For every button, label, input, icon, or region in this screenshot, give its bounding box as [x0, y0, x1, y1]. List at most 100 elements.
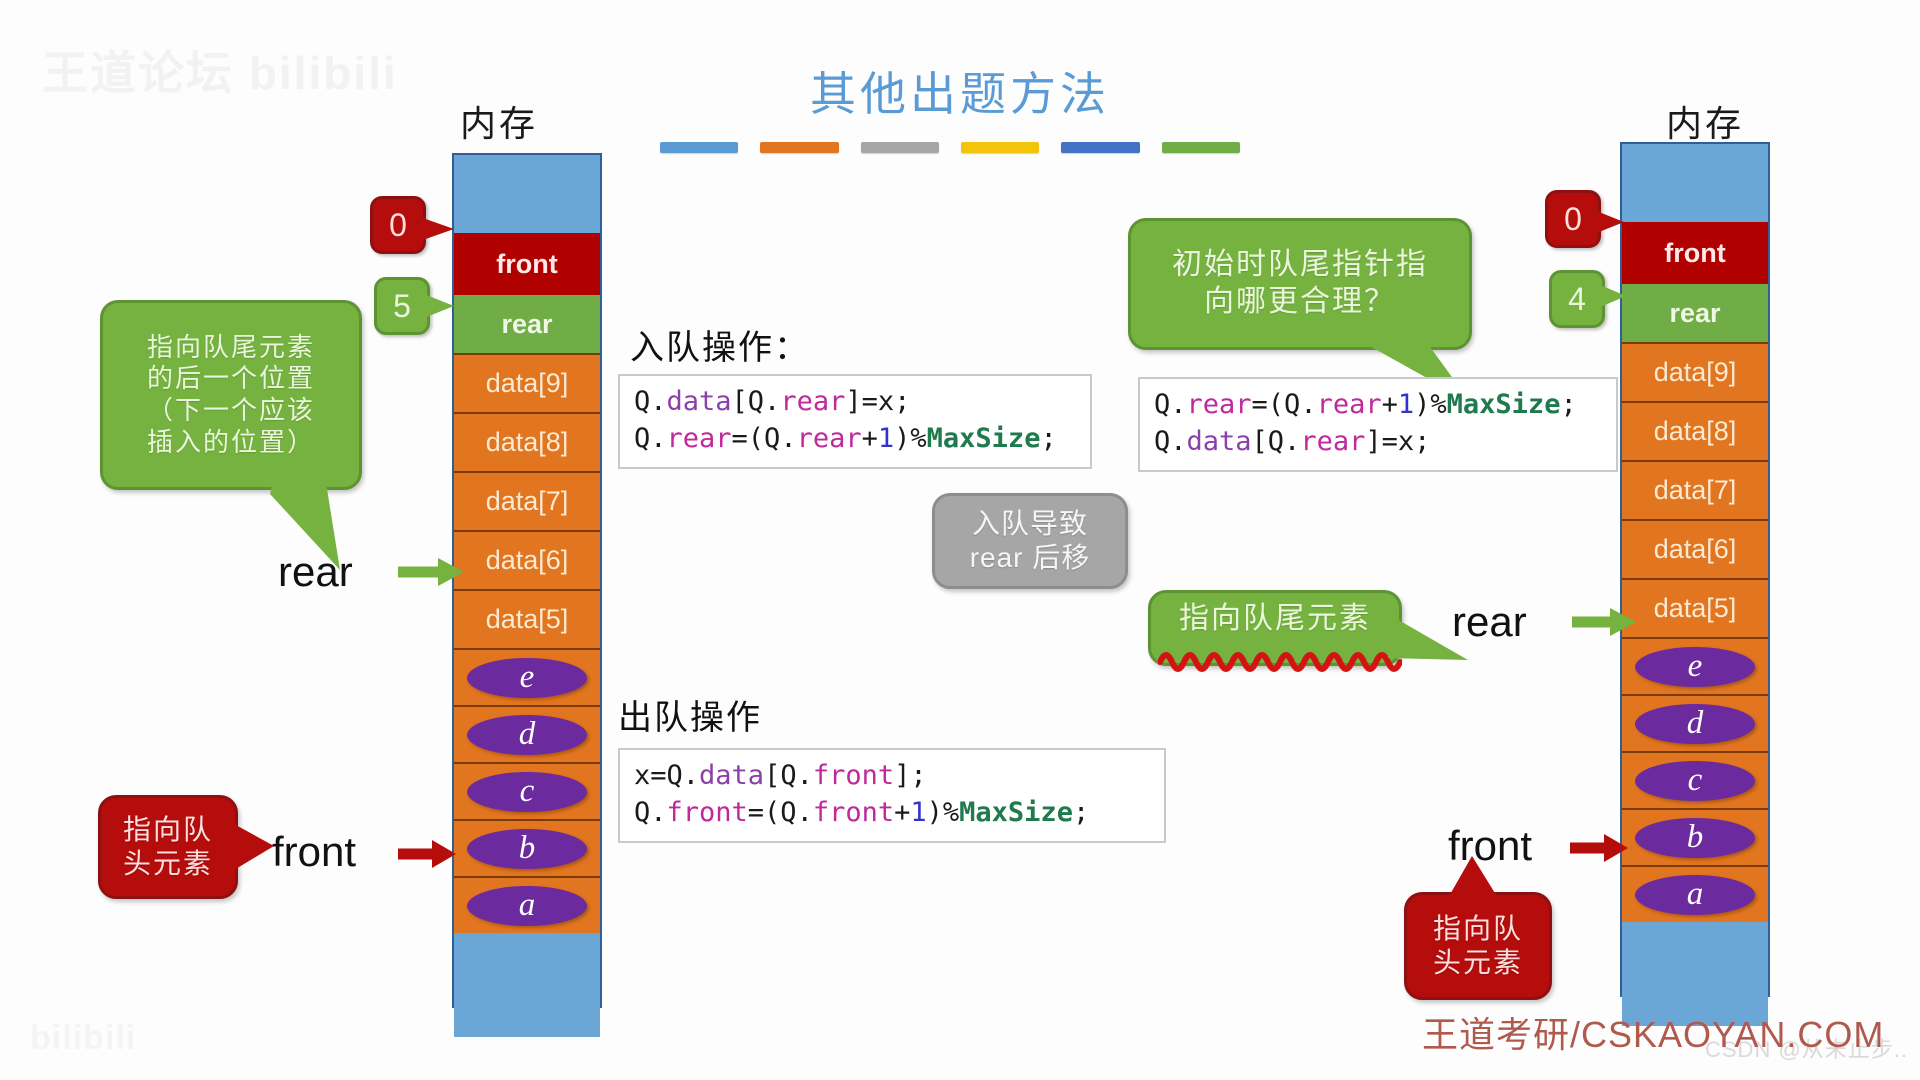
right-queue-element-e: e — [1635, 646, 1755, 687]
enqueue-code-right: Q.rear=(Q.rear+1)%MaxSize; Q.data[Q.rear… — [1138, 377, 1618, 473]
right-memory-cell-e: e — [1622, 637, 1768, 694]
accent-bar-2 — [760, 142, 839, 153]
right-memory-cell-b: b — [1622, 808, 1768, 865]
right-memory-cell-rear: rear — [1622, 284, 1768, 342]
accent-bar-1 — [660, 142, 739, 153]
right-memory-cell-a: a — [1622, 865, 1768, 922]
right-memory-cell-label: front — [1664, 237, 1726, 268]
left-memory-label: 内存 — [460, 104, 539, 144]
left-rear-pointer-label: rear — [278, 548, 353, 595]
left-memory-cell-rear: rear — [454, 295, 600, 353]
right-memory-cell-label: data[9] — [1653, 357, 1737, 387]
code-line: x=Q.data[Q.front]; — [634, 760, 927, 791]
right-queue-element-a: a — [1635, 874, 1755, 915]
right-rear-arrow-icon — [1572, 608, 1636, 636]
bilibili-watermark-bottom: bilibili — [30, 1019, 137, 1057]
left-memory-cell-data9: data[9] — [454, 353, 600, 412]
left-front-description-bubble: 指向队 头元素 — [98, 795, 238, 899]
left-front-index-badge: 0 — [370, 196, 426, 254]
red-squiggle-underline — [1158, 652, 1402, 672]
left-queue-element-a: a — [467, 885, 587, 926]
right-memory-cell-data9: data[9] — [1622, 342, 1768, 401]
right-memory-cell-label: rear — [1669, 297, 1721, 328]
left-memory-cell-label: data[6] — [485, 545, 569, 575]
left-memory-cell-e: e — [454, 648, 600, 705]
left-memory-cell-c: c — [454, 762, 600, 819]
right-front-arrow-icon — [1570, 834, 1628, 862]
left-front-badge-tail — [420, 217, 454, 241]
question-bubble: 初始时队尾指针指 向哪更合理？ — [1128, 218, 1472, 350]
slide-canvas: 王道论坛 bilibili bilibili CSDN @从未止步.. 其他出题… — [0, 0, 1920, 1080]
code-line: Q.data[Q.rear]=x; — [1154, 425, 1431, 457]
left-front-arrow-icon — [398, 840, 456, 868]
enqueue-note-text: 入队导致 rear 后移 — [969, 507, 1091, 573]
left-memory-cell-data7: data[7] — [454, 471, 600, 530]
right-memory-cell-label: data[8] — [1653, 416, 1737, 446]
right-queue-element-b: b — [1635, 817, 1755, 858]
right-memory-cell-data8: data[8] — [1622, 401, 1768, 460]
right-front-badge-tail — [1594, 210, 1624, 234]
brand-text: 王道考研/CSKAOYAN.COM — [1422, 1014, 1885, 1055]
right-rear-pointer-label: rear — [1452, 598, 1527, 645]
right-memory-cell-data6: data[6] — [1622, 519, 1768, 578]
left-memory-cell-label: data[9] — [485, 368, 569, 398]
dequeue-code: x=Q.data[Q.front]; Q.front=(Q.front+1)%M… — [618, 748, 1166, 844]
right-memory-cell-label: data[5] — [1653, 593, 1737, 623]
left-rear-description-text: 指向队尾元素 的后一个位置 （下一个应该 插入的位置） — [146, 331, 315, 457]
left-queue-element-d: d — [467, 714, 587, 755]
right-front-description-bubble: 指向队 头元素 — [1404, 892, 1552, 1000]
right-rear-index-badge: 4 — [1549, 270, 1605, 328]
right-memory-cell-data5: data[5] — [1622, 578, 1768, 637]
left-memory-column: front rear data[9] data[8] data[7] data[6] dat… — [452, 153, 602, 1037]
left-rear-badge-tail — [424, 294, 454, 318]
accent-color-bars — [660, 142, 1240, 153]
right-front-description-text: 指向队 头元素 — [1432, 912, 1523, 978]
left-memory-cell-d: d — [454, 705, 600, 762]
right-rear-description-text: 指向队尾元素 — [1179, 602, 1371, 635]
left-rear-arrow-icon — [398, 558, 464, 586]
right-front-index-badge: 0 — [1545, 190, 1601, 248]
accent-bar-3 — [860, 142, 939, 153]
left-memory-cell-label: data[7] — [485, 486, 569, 516]
dequeue-operation-label: 出队操作 — [618, 700, 762, 737]
right-memory-cell-data7: data[7] — [1622, 460, 1768, 519]
right-queue-element-d: d — [1635, 703, 1755, 744]
left-rear-index-badge: 5 — [374, 277, 430, 335]
page-title: 其他出题方法 — [810, 69, 1110, 120]
code-line: Q.front=(Q.front+1)%MaxSize; — [634, 796, 1090, 828]
right-memory-cell-front: front — [1622, 222, 1768, 284]
left-front-description-text: 指向队 头元素 — [122, 813, 213, 879]
question-bubble-text: 初始时队尾指针指 向哪更合理？ — [1172, 248, 1428, 318]
right-memory-cell-c: c — [1622, 751, 1768, 808]
left-memory-cell-a: a — [454, 876, 600, 933]
left-queue-element-c: c — [467, 771, 587, 812]
left-memory-cell-b: b — [454, 819, 600, 876]
right-memory-cell-label: data[6] — [1653, 534, 1737, 564]
accent-bar-5 — [1061, 142, 1140, 153]
enqueue-operation-label: 入队操作： — [630, 330, 810, 367]
left-memory-cell-blank-0 — [454, 155, 600, 233]
left-memory-cell-label: front — [496, 248, 558, 279]
left-memory-cell-blank-13 — [454, 933, 600, 1037]
right-memory-column: front rear data[9] data[8] data[7] data[6] dat… — [1620, 142, 1770, 1026]
accent-bar-6 — [1161, 142, 1240, 153]
accent-bar-4 — [960, 142, 1040, 153]
left-queue-element-b: b — [467, 828, 587, 869]
code-line: Q.rear=(Q.rear+1)%MaxSize; — [634, 422, 1057, 454]
left-memory-cell-data8: data[8] — [454, 412, 600, 471]
left-rear-description-bubble: 指向队尾元素 的后一个位置 （下一个应该 插入的位置） — [100, 300, 362, 490]
right-memory-cell-blank-0 — [1622, 144, 1768, 222]
right-memory-cell-d: d — [1622, 694, 1768, 751]
right-memory-label: 内存 — [1666, 104, 1745, 144]
code-line: Q.rear=(Q.rear+1)%MaxSize; — [1154, 389, 1577, 420]
left-front-pointer-label: front — [272, 828, 357, 875]
right-queue-element-c: c — [1635, 760, 1755, 801]
enqueue-note-bubble: 入队导致 rear 后移 — [932, 493, 1128, 589]
left-queue-element-e: e — [467, 657, 587, 698]
enqueue-code-left: Q.data[Q.rear]=x; Q.rear=(Q.rear+1)%MaxS… — [618, 374, 1092, 470]
code-line: Q.data[Q.rear]=x; — [634, 386, 911, 417]
left-memory-cell-front: front — [454, 233, 600, 295]
left-memory-cell-data5: data[5] — [454, 589, 600, 648]
right-rear-badge-tail — [1598, 284, 1626, 308]
left-memory-cell-data6: data[6] — [454, 530, 600, 589]
